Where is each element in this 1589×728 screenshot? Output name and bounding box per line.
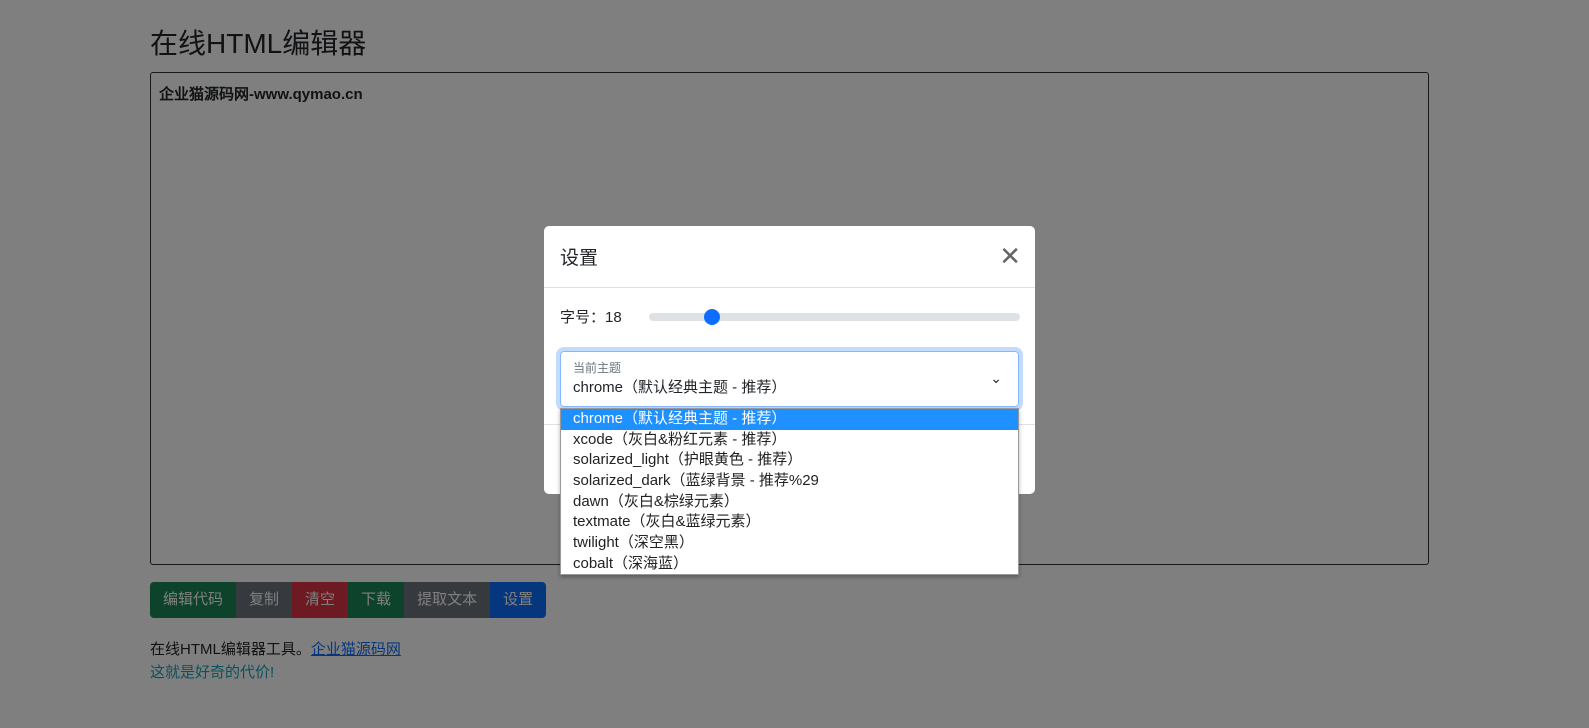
- font-size-label: 字号：18: [560, 306, 649, 327]
- font-size-value: 18: [605, 309, 622, 326]
- theme-option[interactable]: twilight（深空黑）: [561, 533, 1018, 554]
- theme-option[interactable]: cobalt（深海蓝）: [561, 554, 1018, 575]
- theme-dropdown-list: chrome（默认经典主题 - 推荐） xcode（灰白&粉红元素 - 推荐） …: [560, 408, 1019, 575]
- theme-select[interactable]: 当前主题 chrome（默认经典主题 - 推荐） ⌄: [560, 351, 1019, 407]
- theme-option[interactable]: dawn（灰白&棕绿元素）: [561, 492, 1018, 513]
- close-icon[interactable]: ✕: [999, 241, 1021, 272]
- theme-option[interactable]: textmate（灰白&蓝绿元素）: [561, 512, 1018, 533]
- modal-title: 设置: [560, 248, 599, 269]
- chevron-down-icon: ⌄: [990, 370, 1002, 386]
- theme-option[interactable]: solarized_light（护眼黄色 - 推荐）: [561, 450, 1018, 471]
- theme-option[interactable]: chrome（默认经典主题 - 推荐）: [561, 409, 1018, 430]
- font-size-row: 字号：18: [560, 306, 1020, 327]
- theme-option[interactable]: solarized_dark（蓝绿背景 - 推荐%29: [561, 471, 1018, 492]
- theme-option[interactable]: xcode（灰白&粉红元素 - 推荐）: [561, 430, 1018, 451]
- font-size-label-text: 字号：: [560, 309, 606, 326]
- modal-header: 设置 ✕: [544, 226, 1035, 288]
- theme-value: chrome（默认经典主题 - 推荐）: [573, 379, 787, 396]
- font-size-slider[interactable]: [649, 308, 1020, 325]
- slider-thumb[interactable]: [704, 308, 721, 325]
- theme-label: 当前主题: [573, 361, 622, 375]
